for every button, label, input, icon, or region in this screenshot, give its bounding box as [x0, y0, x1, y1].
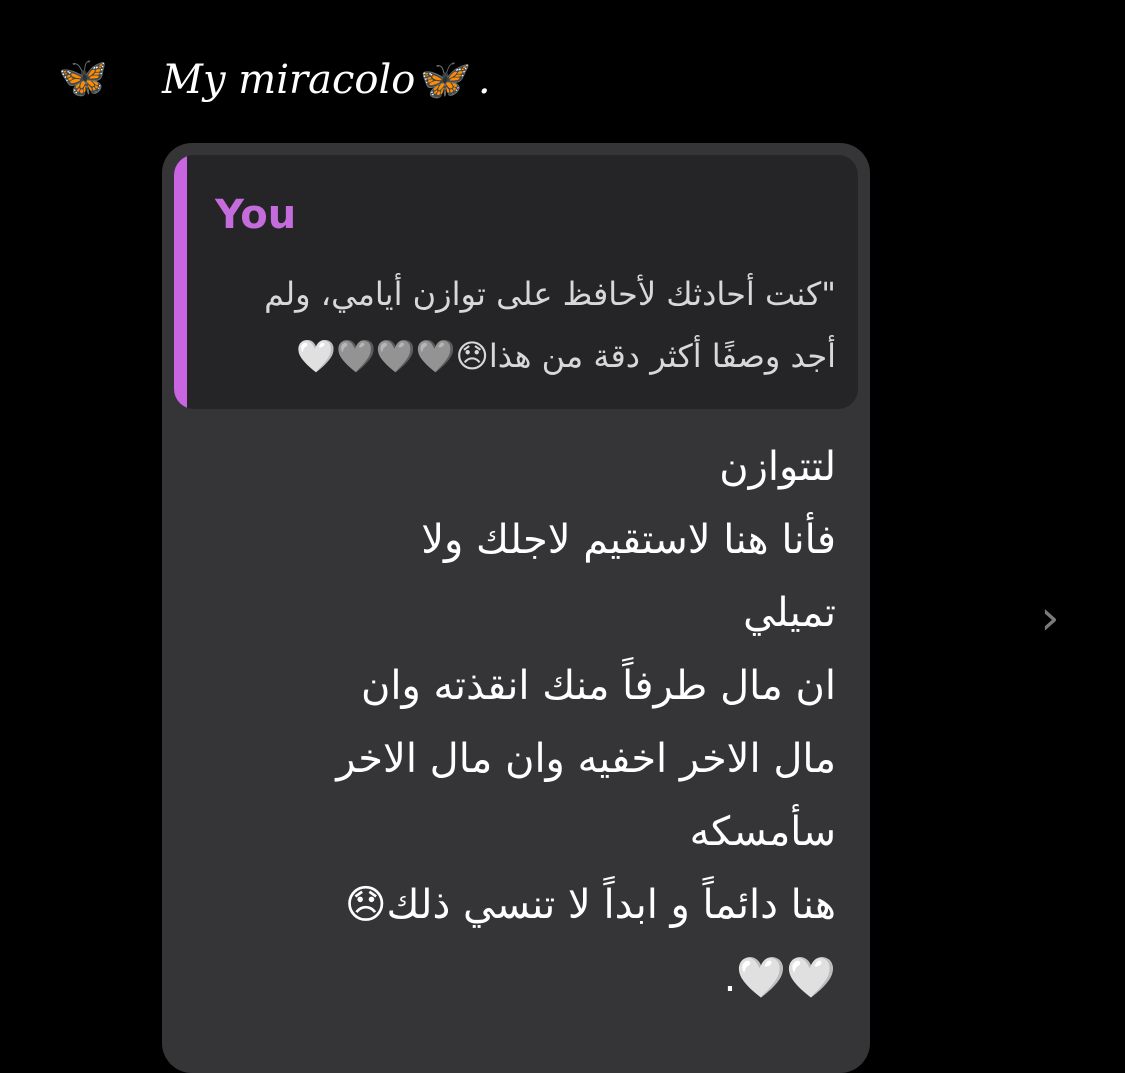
message-text: لتتوازن فأنا هنا لاستقيم لاجلك ولا تميلي… — [336, 444, 836, 1001]
chevron-right-icon[interactable]: › — [1028, 590, 1072, 646]
reply-text-line-2: أجد وصفًا أكثر دقة من هذا😞🩶🩶🩶🤍 — [296, 337, 836, 375]
butterfly-icon[interactable]: 🦋 — [58, 50, 108, 106]
message-bubble[interactable]: You "كنت أحادثك لأحافظ على توازن أيامي، … — [162, 143, 870, 1073]
reply-text: "كنت أحادثك لأحافظ على توازن أيامي، ولم … — [174, 263, 836, 387]
reply-text-line-1: "كنت أحادثك لأحافظ على توازن أيامي، ولم — [264, 275, 836, 313]
quoted-reply[interactable]: You "كنت أحادثك لأحافظ على توازن أيامي، … — [174, 155, 858, 409]
reply-author: You — [215, 192, 297, 238]
sender-name: My miracolo🦋 . — [162, 57, 491, 103]
